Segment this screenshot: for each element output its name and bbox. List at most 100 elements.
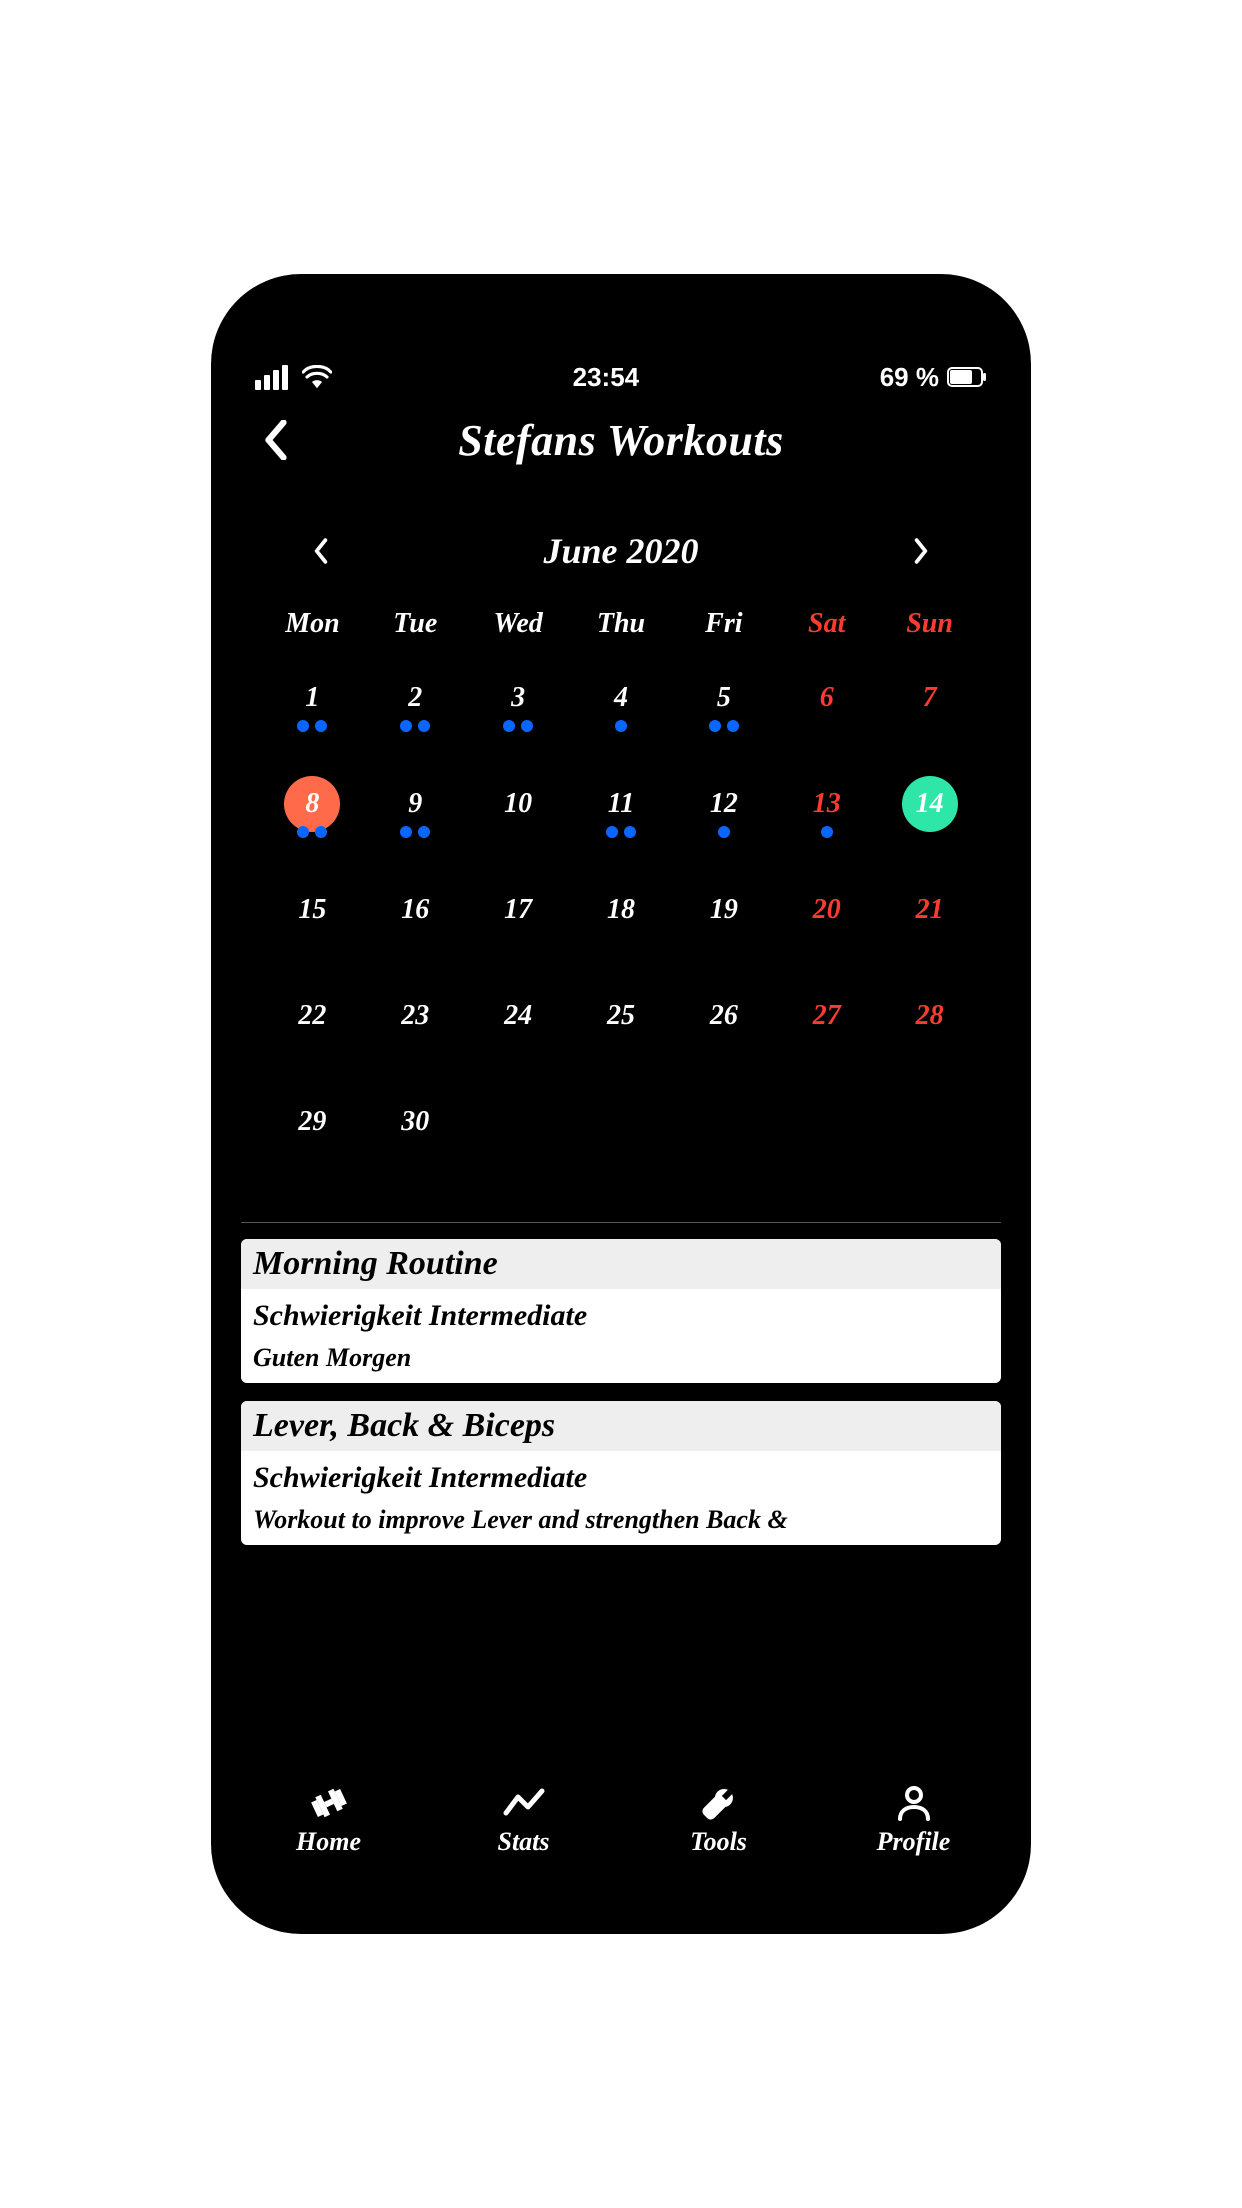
calendar-day[interactable]: 22 [261,988,364,1076]
wrench-icon [697,1783,741,1823]
signal-icon [255,365,288,390]
nav-stats[interactable]: Stats [426,1765,621,1874]
calendar-grid: MonTueWedThuFriSatSun1234567891011121314… [261,608,981,1182]
calendar-day[interactable]: 28 [878,988,981,1076]
nav-stats-label: Stats [497,1827,549,1857]
event-dot-icon [709,720,721,732]
nav-profile-label: Profile [877,1827,951,1857]
calendar-month-label: June 2020 [543,530,698,572]
calendar-day[interactable]: 17 [467,882,570,970]
calendar-day-dots [821,826,833,838]
calendar-day[interactable]: 12 [672,776,775,864]
calendar: June 2020 MonTueWedThuFriSatSun123456789… [231,480,1011,1202]
calendar-day[interactable]: 27 [775,988,878,1076]
workout-list[interactable]: Morning Routine Schwierigkeit Intermediat… [231,1239,1011,1764]
calendar-day-number: 19 [696,882,752,938]
calendar-day-dots [400,720,430,732]
calendar-day[interactable]: 23 [364,988,467,1076]
calendar-day-number: 1 [284,670,340,726]
calendar-day-number: 9 [387,776,443,832]
calendar-day[interactable]: 5 [672,670,775,758]
status-bar: 23:54 69 % [231,354,1011,400]
calendar-day[interactable]: 29 [261,1094,364,1182]
chevron-left-icon [263,420,289,460]
profile-icon [892,1783,936,1823]
calendar-day-dots [400,826,430,838]
calendar-day[interactable]: 19 [672,882,775,970]
calendar-day-number: 17 [490,882,546,938]
calendar-next-month[interactable] [901,531,941,571]
calendar-day[interactable]: 15 [261,882,364,970]
calendar-day-number: 24 [490,988,546,1044]
calendar-dayname: Mon [261,608,364,652]
nav-home[interactable]: Home [231,1765,426,1874]
chevron-right-icon [913,538,929,564]
device-frame: 23:54 69 % Stefans Workouts [211,274,1031,1934]
workout-card[interactable]: Lever, Back & BicepsSchwierigkeit Interm… [241,1401,1001,1545]
calendar-day[interactable]: 26 [672,988,775,1076]
calendar-day[interactable]: 20 [775,882,878,970]
calendar-day[interactable]: 10 [467,776,570,864]
nav-tools-label: Tools [690,1827,747,1857]
calendar-day[interactable]: 4 [570,670,673,758]
calendar-day-number: 6 [799,670,855,726]
calendar-day-number: 21 [902,882,958,938]
calendar-day[interactable]: 14 [878,776,981,864]
calendar-day[interactable]: 25 [570,988,673,1076]
calendar-day-number: 7 [902,670,958,726]
calendar-day-dots [503,720,533,732]
workout-card-difficulty: Schwierigkeit Intermediate [241,1451,1001,1499]
stats-icon [502,1783,546,1823]
calendar-day-number: 20 [799,882,855,938]
wifi-icon [302,365,332,389]
calendar-day-number: 11 [593,776,649,832]
battery-icon [947,367,987,387]
calendar-day-number: 30 [387,1094,443,1150]
calendar-prev-month[interactable] [301,531,341,571]
event-dot-icon [297,826,309,838]
calendar-dayname: Sun [878,608,981,652]
calendar-day-dots [615,720,627,732]
workout-card-title: Morning Routine [241,1239,1001,1289]
battery-percent: 69 % [880,362,939,393]
calendar-day-number: 14 [902,776,958,832]
calendar-day[interactable]: 24 [467,988,570,1076]
header: Stefans Workouts [231,400,1011,480]
calendar-dayname: Fri [672,608,775,652]
workout-card-title: Lever, Back & Biceps [241,1401,1001,1451]
back-button[interactable] [251,415,301,465]
dumbbell-icon [307,1783,351,1823]
nav-tools[interactable]: Tools [621,1765,816,1874]
workout-card-description: Guten Morgen [241,1337,1001,1383]
event-dot-icon [727,720,739,732]
calendar-day-number: 12 [696,776,752,832]
calendar-day[interactable]: 21 [878,882,981,970]
calendar-day-number: 4 [593,670,649,726]
calendar-day[interactable]: 3 [467,670,570,758]
calendar-day-number: 5 [696,670,752,726]
calendar-day[interactable]: 11 [570,776,673,864]
event-dot-icon [315,826,327,838]
calendar-day-number: 2 [387,670,443,726]
calendar-day[interactable]: 30 [364,1094,467,1182]
calendar-day-number: 10 [490,776,546,832]
calendar-day-number: 22 [284,988,340,1044]
calendar-day[interactable]: 18 [570,882,673,970]
calendar-dayname: Thu [570,608,673,652]
event-dot-icon [400,720,412,732]
event-dot-icon [718,826,730,838]
calendar-day[interactable]: 16 [364,882,467,970]
calendar-day[interactable]: 8 [261,776,364,864]
page-title: Stefans Workouts [458,415,783,466]
calendar-day-number: 27 [799,988,855,1044]
calendar-day[interactable]: 9 [364,776,467,864]
calendar-day[interactable]: 13 [775,776,878,864]
calendar-day[interactable]: 2 [364,670,467,758]
calendar-day-number: 13 [799,776,855,832]
workout-card[interactable]: Morning RoutineSchwierigkeit Intermediat… [241,1239,1001,1383]
nav-profile[interactable]: Profile [816,1765,1011,1874]
calendar-day[interactable]: 6 [775,670,878,758]
calendar-day[interactable]: 7 [878,670,981,758]
calendar-day[interactable]: 1 [261,670,364,758]
event-dot-icon [418,720,430,732]
